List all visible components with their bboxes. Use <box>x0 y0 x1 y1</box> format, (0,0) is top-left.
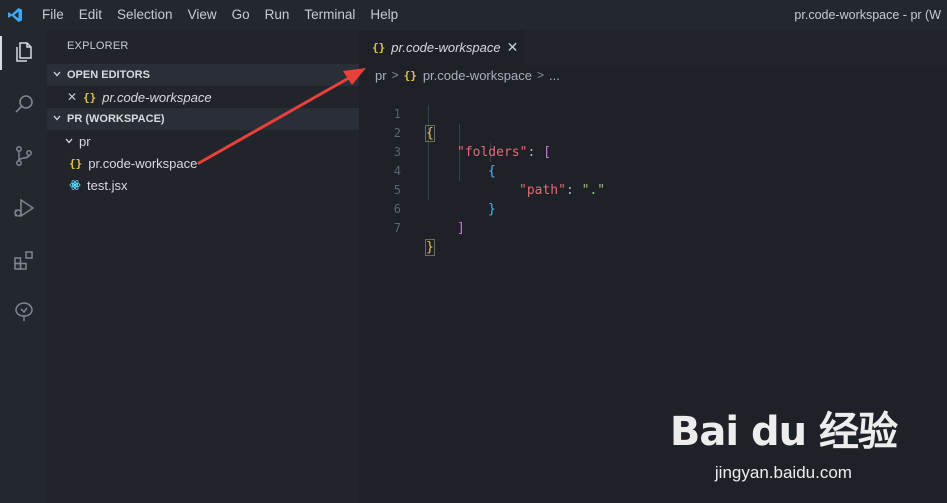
chevron-right-icon: > <box>391 68 399 82</box>
workspace-header[interactable]: PR (WORKSPACE) <box>47 108 359 130</box>
chevron-down-icon <box>59 134 79 149</box>
json-file-icon: {} <box>83 90 97 104</box>
json-file-icon: {} <box>372 41 386 54</box>
open-editor-filename: pr.code-workspace <box>102 89 212 105</box>
folder-item-pr[interactable]: pr <box>47 130 359 152</box>
search-icon[interactable] <box>0 84 47 124</box>
close-icon[interactable]: ✕ <box>67 90 83 104</box>
folder-label: pr <box>79 133 91 149</box>
vscode-logo-icon <box>0 0 30 30</box>
file-item-test-jsx[interactable]: test.jsx <box>47 174 359 196</box>
explorer-title: EXPLORER <box>67 40 129 52</box>
explorer-sidebar: EXPLORER OPEN EDITORS ✕ {} pr.code-works… <box>47 30 359 503</box>
baidu-watermark: Bai du 经验 jingyan.baidu.com <box>669 399 898 483</box>
extensions-icon[interactable] <box>0 240 47 280</box>
watermark-url: jingyan.baidu.com <box>714 463 852 482</box>
title-bar: File Edit Selection View Go Run Terminal… <box>0 0 947 30</box>
json-file-icon: {} <box>69 156 83 170</box>
menu-file[interactable]: File <box>36 0 73 30</box>
close-icon[interactable]: ✕ <box>507 39 519 56</box>
json-file-icon: {} <box>403 68 417 82</box>
tab-pr-code-workspace[interactable]: {} pr.code-workspace ✕ <box>359 30 524 65</box>
explorer-files-icon[interactable] <box>0 32 47 72</box>
file-label: pr.code-workspace <box>88 155 198 171</box>
code-line: 7 } <box>359 200 947 256</box>
breadcrumb-more[interactable]: ... <box>549 68 560 83</box>
menu-run[interactable]: Run <box>259 0 299 30</box>
menu-go[interactable]: Go <box>226 0 259 30</box>
run-debug-icon[interactable] <box>0 188 47 228</box>
chevron-right-icon: > <box>536 68 544 82</box>
file-label: test.jsx <box>87 177 128 193</box>
open-editor-item[interactable]: ✕ {} pr.code-workspace <box>47 86 359 108</box>
bracket: ] <box>457 221 465 236</box>
react-icon <box>69 179 87 191</box>
menu-help[interactable]: Help <box>364 0 407 30</box>
tab-bar: {} pr.code-workspace ✕ <box>359 30 947 65</box>
code-line: 4 "path": "." <box>359 143 947 198</box>
code-line: 3 { <box>359 124 947 179</box>
line-number: 7 <box>393 221 401 235</box>
file-item-workspace[interactable]: {} pr.code-workspace <box>47 152 359 174</box>
breadcrumb-file[interactable]: pr.code-workspace <box>423 68 532 83</box>
code-line: 2 "folders": [ <box>359 105 947 160</box>
menu-edit[interactable]: Edit <box>73 0 111 30</box>
breadcrumb-folder[interactable]: pr <box>375 68 387 83</box>
brace: } <box>425 239 435 256</box>
remote-explorer-icon[interactable] <box>0 292 47 332</box>
tab-label: pr.code-workspace <box>391 40 501 55</box>
code-line: 5 } <box>359 162 947 217</box>
open-editors-label: OPEN EDITORS <box>67 69 150 81</box>
menu-terminal[interactable]: Terminal <box>298 0 364 30</box>
window-title: pr.code-workspace - pr (W <box>794 8 941 22</box>
code-line: 6 ] <box>359 181 947 236</box>
menu-bar: File Edit Selection View Go Run Terminal… <box>36 0 407 30</box>
menu-selection[interactable]: Selection <box>111 0 182 30</box>
open-editors-header[interactable]: OPEN EDITORS <box>47 64 359 86</box>
chevron-down-icon <box>47 69 67 82</box>
activity-bar <box>0 30 47 503</box>
breadcrumb: pr > {} pr.code-workspace > ... <box>375 66 560 84</box>
watermark-logo: Bai du 经验 <box>669 409 898 455</box>
chevron-down-icon <box>47 113 67 126</box>
workspace-label: PR (WORKSPACE) <box>67 113 165 125</box>
menu-view[interactable]: View <box>182 0 226 30</box>
code-line: 1 { <box>359 86 947 142</box>
source-control-icon[interactable] <box>0 136 47 176</box>
